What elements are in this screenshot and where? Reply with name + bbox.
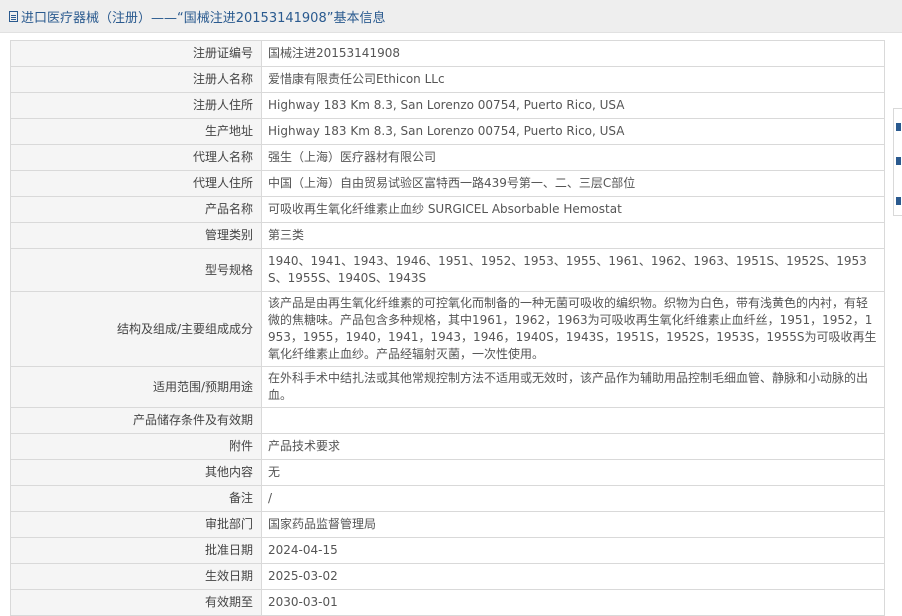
toolbar-button-icon[interactable] [896,157,901,165]
table-row: 审批部门 国家药品监督管理局 [10,511,885,538]
page-title: 进口医疗器械（注册）——“国械注进20153141908”基本信息 [21,10,386,26]
table-row: 其他内容无 [10,459,885,486]
row-label: 生产地址 [10,118,262,145]
row-label: 备注 [10,485,262,512]
page-header: 进口医疗器械（注册）——“国械注进20153141908”基本信息 [0,0,902,33]
row-label: 结构及组成/主要组成成分 [10,291,262,367]
row-label: 代理人名称 [10,144,262,171]
table-row: 代理人名称 强生（上海）医疗器材有限公司 [10,144,885,171]
table-row: 注册证编号 国械注进20153141908 [10,40,885,67]
row-value: 2030-03-01 [261,589,885,616]
row-value [261,407,885,434]
row-value: 产品技术要求 [261,433,885,460]
row-value: 在外科手术中结扎法或其他常规控制方法不适用或无效时，该产品作为辅助用品控制毛细血… [261,366,885,408]
row-label: 适用范围/预期用途 [10,366,262,408]
table-row: 产品储存条件及有效期 [10,407,885,434]
row-label: 其他内容 [10,459,262,486]
table-row: 备注 / [10,485,885,512]
row-label: 附件 [10,433,262,460]
table-row: 适用范围/预期用途 在外科手术中结扎法或其他常规控制方法不适用或无效时，该产品作为… [10,366,885,408]
row-value: 中国（上海）自由贸易试验区富特西一路439号第一、二、三层C部位 [261,170,885,197]
row-value: 该产品是由再生氧化纤维素的可控氧化而制备的一种无菌可吸收的编织物。织物为白色，带… [261,291,885,367]
row-label: 代理人住所 [10,170,262,197]
row-label: 审批部门 [10,511,262,538]
side-toolbar-edge[interactable] [893,108,902,216]
row-value: 国械注进20153141908 [261,40,885,67]
row-value: Highway 183 Km 8.3, San Lorenzo 00754, P… [261,92,885,119]
table-row: 产品名称 可吸收再生氧化纤维素止血纱 SURGICEL Absorbable He… [10,196,885,223]
detail-table-container: 注册证编号 国械注进20153141908 注册人名称 爱惜康有限责任公司Ethico… [10,40,885,616]
table-row: 结构及组成/主要组成成分 该产品是由再生氧化纤维素的可控氧化而制备的一种无菌可吸收… [10,291,885,367]
table-row: 注册人住所 Highway 183 Km 8.3, San Lorenzo 007… [10,92,885,119]
row-label: 管理类别 [10,222,262,249]
row-label: 批准日期 [10,537,262,564]
row-value: 爱惜康有限责任公司Ethicon LLc [261,66,885,93]
row-value: 2024-04-15 [261,537,885,564]
row-value: 无 [261,459,885,486]
table-row: 附件 产品技术要求 [10,433,885,460]
toolbar-button-icon[interactable] [896,123,901,131]
row-label: 注册人名称 [10,66,262,93]
toolbar-button-icon[interactable] [896,197,901,205]
row-value: Highway 183 Km 8.3, San Lorenzo 00754, P… [261,118,885,145]
row-value: 国家药品监督管理局 [261,511,885,538]
table-row: 生产地址 Highway 183 Km 8.3, San Lorenzo 0075… [10,118,885,145]
table-row: 注册人名称 爱惜康有限责任公司Ethicon LLc [10,66,885,93]
row-value: / [261,485,885,512]
row-label: 产品储存条件及有效期 [10,407,262,434]
row-label: 注册人住所 [10,92,262,119]
row-value: 强生（上海）医疗器材有限公司 [261,144,885,171]
table-row: 有效期至 2030-03-01 [10,589,885,616]
row-label: 产品名称 [10,196,262,223]
detail-table: 注册证编号 国械注进20153141908 注册人名称 爱惜康有限责任公司Ethico… [10,40,885,616]
row-label: 有效期至 [10,589,262,616]
document-icon [9,10,18,22]
row-value: 1940、1941、1943、1946、1951、1952、1953、1955、… [261,248,885,292]
row-label: 型号规格 [10,248,262,292]
row-label: 注册证编号 [10,40,262,67]
table-row: 型号规格 1940、1941、1943、1946、1951、1952、1953、1… [10,248,885,292]
table-row: 批准日期 2024-04-15 [10,537,885,564]
table-row: 代理人住所 中国（上海）自由贸易试验区富特西一路439号第一、二、三层C部位 [10,170,885,197]
table-row: 管理类别 第三类 [10,222,885,249]
row-value: 可吸收再生氧化纤维素止血纱 SURGICEL Absorbable Hemost… [261,196,885,223]
row-value: 第三类 [261,222,885,249]
